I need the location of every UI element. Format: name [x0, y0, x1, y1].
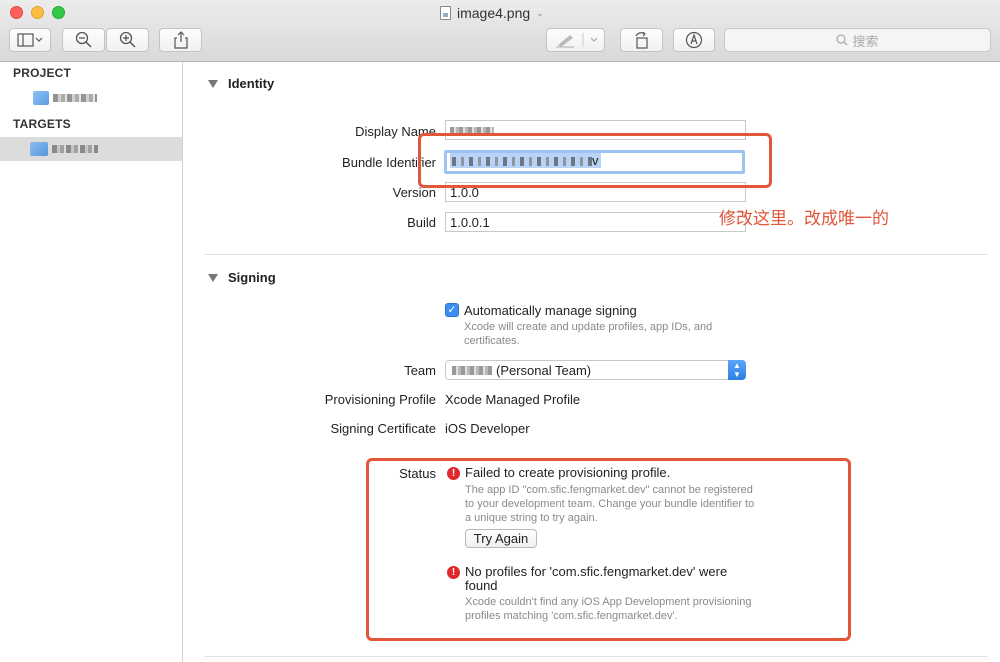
team-popup[interactable]: (Personal Team) ▲ ▼: [445, 360, 746, 380]
target-item[interactable]: [0, 137, 182, 161]
general-settings-pane: Identity Display Name Bundle Identifier …: [184, 62, 1000, 662]
zoom-in-icon: [119, 31, 136, 48]
bundle-id-highlight-box: [418, 133, 772, 188]
project-item[interactable]: [0, 86, 182, 110]
disclosure-triangle-icon: [208, 79, 218, 88]
provisioning-profile-label: Provisioning Profile: [324, 392, 436, 407]
annotation-note: 修改这里。改成唯一的: [719, 209, 889, 228]
image-file-icon: [440, 6, 451, 20]
zoom-window-button[interactable]: [52, 6, 65, 19]
window-toolbar: image4.png ⌄ 搜索: [0, 0, 1000, 62]
build-label: Build: [407, 215, 436, 230]
bundle-identifier-label: Bundle Identifier: [342, 155, 436, 170]
provisioning-profile-value: Xcode Managed Profile: [445, 392, 581, 407]
app-target-icon: [30, 142, 48, 156]
build-field[interactable]: 1.0.0.1: [445, 212, 746, 232]
minimize-window-button[interactable]: [31, 6, 44, 19]
markup-pen-button[interactable]: [546, 28, 605, 52]
markup-toolbar-button[interactable]: [673, 28, 715, 52]
chevron-down-icon: ⌄: [536, 7, 544, 18]
project-name-redacted: [53, 94, 97, 102]
project-navigator: PROJECT TARGETS: [0, 62, 183, 662]
window-title[interactable]: image4.png ⌄: [440, 4, 544, 22]
signing-certificate-value: iOS Developer: [445, 421, 530, 436]
section-divider: [204, 254, 988, 255]
project-icon: [33, 91, 49, 105]
display-name-label: Display Name: [355, 124, 436, 139]
section-divider: [204, 656, 988, 657]
build-value: 1.0.0.1: [450, 215, 490, 230]
zoom-out-button[interactable]: [62, 28, 105, 52]
share-icon: [173, 31, 188, 49]
search-field[interactable]: 搜索: [724, 28, 991, 52]
popup-arrows-icon: ▲ ▼: [728, 360, 746, 380]
share-button[interactable]: [159, 28, 202, 52]
search-placeholder: 搜索: [852, 33, 879, 49]
disclosure-triangle-icon: [208, 273, 218, 282]
target-name-redacted: [52, 145, 98, 153]
rotate-icon: [634, 31, 648, 49]
close-window-button[interactable]: [10, 6, 23, 19]
sidebar-icon: [17, 33, 43, 47]
window-title-text: image4.png: [457, 5, 531, 21]
targets-header: TARGETS: [13, 117, 71, 131]
auto-manage-signing-label[interactable]: Automatically manage signing: [464, 303, 637, 318]
auto-manage-signing-checkbox[interactable]: ✓: [445, 303, 459, 317]
zoom-out-icon: [75, 31, 92, 48]
signing-certificate-label: Signing Certificate: [330, 421, 437, 436]
signing-title: Signing: [228, 270, 276, 285]
team-label: Team: [404, 363, 436, 378]
identity-title: Identity: [228, 76, 275, 91]
auto-manage-signing-desc: Xcode will create and update profiles, a…: [464, 321, 713, 347]
search-icon: [836, 34, 848, 46]
pen-icon: [555, 33, 597, 48]
status-highlight-box: [366, 458, 851, 641]
rotate-button[interactable]: [620, 28, 663, 52]
project-header: PROJECT: [13, 66, 72, 80]
identity-section-header[interactable]: Identity: [208, 76, 274, 91]
team-name-redacted: [452, 365, 492, 375]
markup-icon: [685, 31, 703, 49]
signing-section-header[interactable]: Signing: [208, 270, 276, 285]
sidebar-toggle-button[interactable]: [9, 28, 51, 52]
zoom-in-button[interactable]: [106, 28, 149, 52]
version-label: Version: [392, 185, 436, 200]
team-value: (Personal Team): [496, 362, 592, 378]
